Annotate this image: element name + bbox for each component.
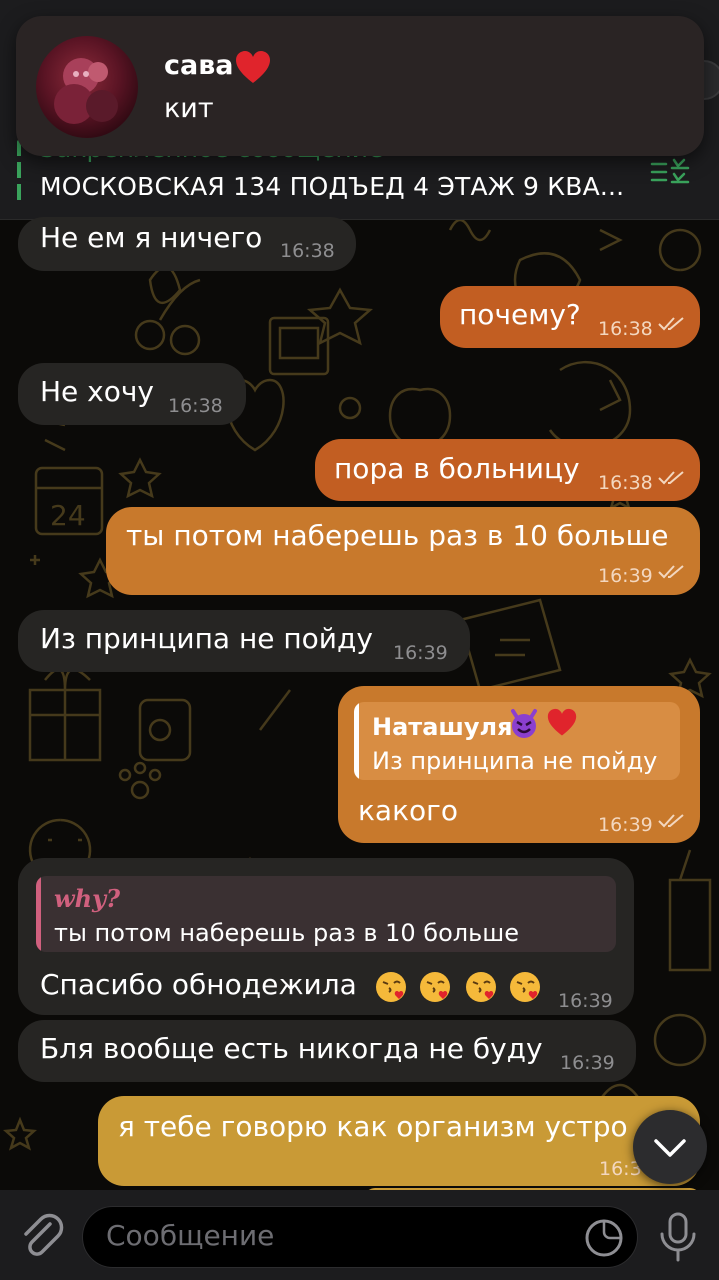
double-check-icon bbox=[658, 471, 684, 485]
pinned-indicator bbox=[17, 140, 21, 206]
message-text: Из принципа не пойду bbox=[40, 622, 373, 655]
message-outgoing[interactable]: пора в больницу 16:38 bbox=[315, 439, 700, 501]
scroll-down-button[interactable] bbox=[633, 1110, 707, 1184]
reply-preview[interactable]: why? ты потом наберешь раз в 10 больше bbox=[36, 876, 616, 952]
message-outgoing[interactable]: ты потом наберешь раз в 10 больше 16:39 bbox=[106, 507, 700, 595]
reply-text: Из принципа не пойду bbox=[372, 747, 658, 775]
message-text: пора в больницу bbox=[334, 452, 580, 485]
message-text: почему? bbox=[459, 298, 581, 331]
sticker-icon[interactable] bbox=[584, 1218, 624, 1258]
pinned-text: МОСКОВСКАЯ 134 ПОДЪЕД 4 ЭТАЖ 9 КВА... bbox=[40, 172, 625, 201]
reply-accent-bar bbox=[354, 702, 359, 780]
message-text: я тебе говорю как организм устро bbox=[118, 1110, 628, 1143]
message-text: Бля вообще есть никогда не буду bbox=[40, 1032, 543, 1065]
message-incoming[interactable]: Не хочу 16:38 bbox=[18, 363, 246, 425]
message-outgoing[interactable]: я тебе говорю как организм устро 16:3 bbox=[98, 1096, 700, 1186]
kiss-emoji bbox=[510, 972, 540, 1002]
message-time: 16:38 bbox=[168, 395, 223, 417]
devil-emoji bbox=[511, 709, 537, 738]
reply-accent-bar bbox=[36, 876, 41, 952]
double-check-icon bbox=[658, 565, 684, 579]
message-time: 16:39 bbox=[393, 642, 448, 664]
message-time: 16:38 bbox=[598, 472, 653, 494]
message-time: 16:38 bbox=[280, 240, 335, 262]
message-text: ты потом наберешь раз в 10 больше bbox=[126, 519, 669, 552]
heart-icon bbox=[236, 51, 270, 83]
message-time: 16:39 bbox=[598, 565, 653, 587]
message-input-placeholder: Сообщение bbox=[106, 1219, 275, 1252]
reply-author: Наташуля bbox=[372, 713, 513, 741]
notification-title: сава bbox=[164, 50, 234, 81]
message-text: какого bbox=[358, 794, 458, 827]
reply-author: why? bbox=[54, 884, 121, 913]
message-outgoing-reply[interactable]: Наташуля Из принципа не пойду какого 16:… bbox=[338, 686, 700, 843]
message-text: Не ем я ничего bbox=[40, 221, 263, 254]
attach-icon[interactable] bbox=[20, 1210, 64, 1262]
message-outgoing[interactable]: почему? 16:38 bbox=[440, 286, 700, 348]
message-time: 16:39 bbox=[598, 814, 653, 836]
double-check-icon bbox=[658, 814, 684, 828]
chevron-down-icon bbox=[654, 1139, 686, 1157]
message-text: Спасибо обнодежила bbox=[40, 968, 357, 1001]
message-time: 16:39 bbox=[558, 990, 613, 1012]
message-incoming[interactable]: Из принципа не пойду 16:39 bbox=[18, 610, 470, 672]
kiss-emoji bbox=[466, 972, 496, 1002]
kiss-emoji bbox=[376, 972, 406, 1002]
message-time: 16:38 bbox=[598, 318, 653, 340]
svg-text:24: 24 bbox=[50, 499, 86, 532]
kiss-emoji bbox=[420, 972, 450, 1002]
notification-body: кит bbox=[164, 93, 214, 124]
message-text: Не хочу bbox=[40, 375, 154, 408]
notification-avatar bbox=[36, 36, 138, 138]
message-incoming[interactable]: Бля вообще есть никогда не буду 16:39 bbox=[18, 1020, 636, 1082]
message-time: 16:39 bbox=[560, 1052, 615, 1074]
heart-icon bbox=[547, 708, 577, 736]
message-incoming[interactable]: Не ем я ничего 16:38 bbox=[18, 217, 356, 271]
pinned-list-icon[interactable] bbox=[650, 156, 690, 188]
reply-text: ты потом наберешь раз в 10 больше bbox=[54, 919, 519, 947]
message-incoming-reply[interactable]: why? ты потом наберешь раз в 10 больше С… bbox=[18, 858, 634, 1015]
double-check-icon bbox=[658, 317, 684, 331]
mic-icon[interactable] bbox=[656, 1212, 700, 1262]
